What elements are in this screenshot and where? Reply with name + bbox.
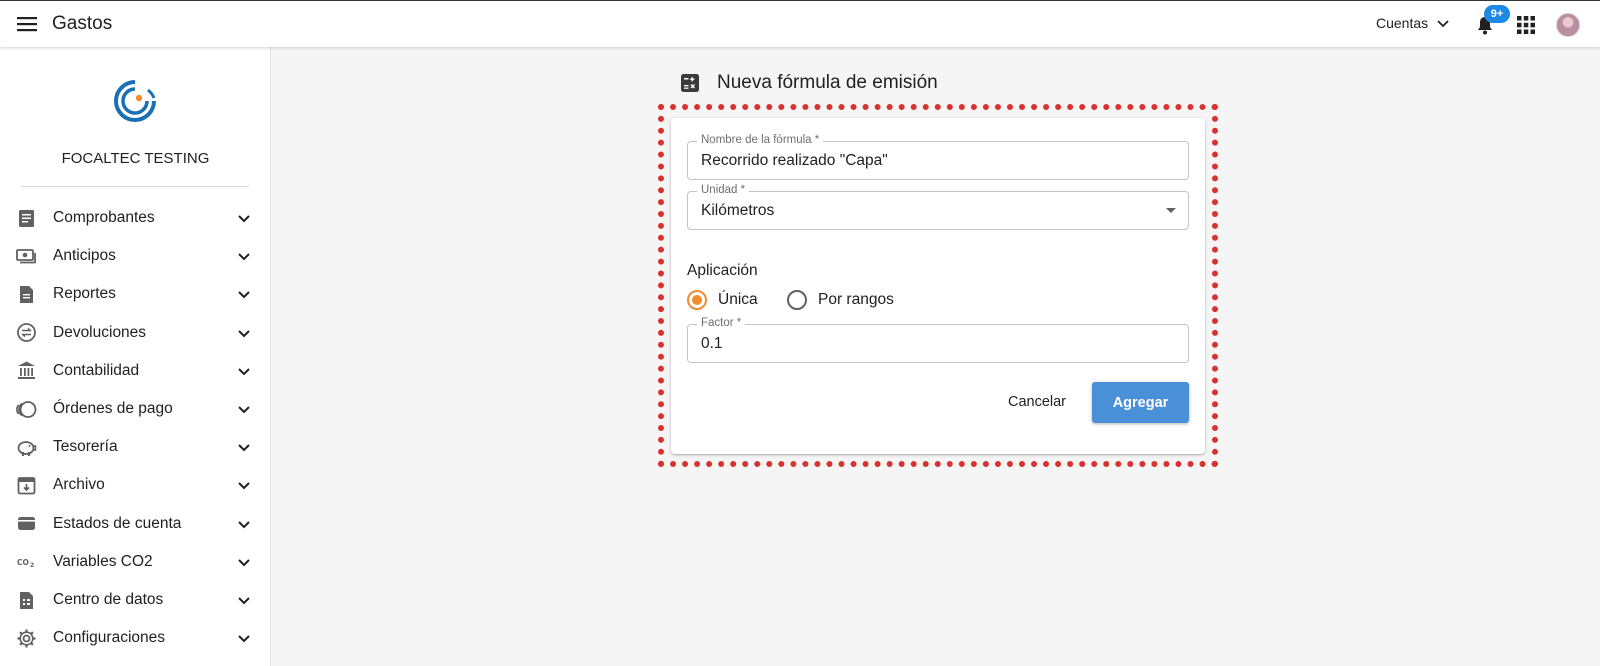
sidebar-item-estados-de-cuenta[interactable]: Estados de cuenta [0, 505, 271, 543]
sidebar-item-label: Centro de datos [53, 591, 164, 608]
sidebar-item-contabilidad[interactable]: Contabilidad [0, 352, 271, 390]
sidebar-divider [21, 186, 249, 187]
radio-unica-label: Única [718, 291, 758, 308]
sidebar-item-label: Anticipos [53, 247, 116, 265]
dropdown-arrow-icon [1166, 208, 1176, 213]
sidebar-item-label: Tesorería [53, 438, 118, 456]
chevron-down-icon[interactable] [236, 363, 252, 379]
chevron-down-icon[interactable] [236, 248, 252, 264]
factor-input[interactable] [701, 335, 1161, 353]
sidebar-item-reportes[interactable]: Reportes [0, 275, 271, 313]
cash-icon [16, 246, 37, 267]
app-bar: Gastos Cuentas 9+ [0, 0, 1600, 47]
chevron-down-icon[interactable] [236, 210, 252, 226]
sidebar-item-variables-co2[interactable]: CO 2 Variables CO2 [0, 543, 271, 581]
sidebar-item-label: Comprobantes [53, 209, 155, 226]
app-title: Gastos [52, 13, 113, 34]
formula-name-input[interactable] [701, 152, 1161, 170]
calculator-icon [681, 74, 699, 92]
factor-label: Factor * [697, 317, 746, 329]
chevron-down-icon[interactable] [236, 554, 252, 570]
chevron-down-icon[interactable] [236, 439, 252, 455]
sidebar-item-label: Órdenes de pago [53, 400, 173, 417]
sidebar-item-label: Variables CO2 [53, 552, 153, 570]
sidebar-item-comprobantes[interactable]: Comprobantes [0, 199, 271, 237]
gear-icon [16, 628, 37, 649]
coins-icon [16, 399, 37, 420]
application-label: Aplicación [687, 262, 758, 279]
sidebar-item-configuraciones[interactable]: Configuraciones [0, 619, 271, 657]
chevron-down-icon[interactable] [236, 325, 252, 341]
data-center-icon [16, 590, 37, 611]
sidebar-item-label: Devoluciones [53, 323, 147, 341]
sidebar-item-devoluciones[interactable]: Devoluciones [0, 314, 271, 352]
sidebar-item-label: Archivo [53, 476, 105, 494]
radio-por-rangos-label: Por rangos [818, 291, 894, 308]
sidebar-item-label: Contabilidad [53, 361, 140, 379]
chevron-down-icon[interactable] [236, 592, 252, 608]
avatar[interactable] [1556, 13, 1580, 37]
sidebar-item-label: Reportes [53, 285, 116, 303]
add-button[interactable]: Agregar [1092, 382, 1189, 423]
radio-por-rangos[interactable]: Por rangos [787, 290, 894, 310]
archive-icon [16, 475, 37, 496]
sidebar-item-tesoreria[interactable]: Tesorería [0, 428, 271, 466]
chevron-down-icon[interactable] [236, 286, 252, 302]
svg-text:CO: CO [17, 558, 29, 567]
company-logo [112, 78, 158, 124]
bank-icon [16, 360, 37, 381]
organization-name: FOCALTEC TESTING [61, 150, 210, 167]
receipt-icon [16, 208, 37, 229]
sidebar-item-ordenes-de-pago[interactable]: Órdenes de pago [0, 390, 271, 428]
formula-form-card: Nombre de la fórmula * Unidad * Kilómetr… [671, 118, 1205, 454]
co2-icon: CO 2 [16, 551, 37, 572]
svg-text:2: 2 [30, 562, 34, 569]
exchange-icon [16, 322, 37, 343]
unit-select[interactable]: Unidad * Kilómetros [687, 184, 1189, 230]
form-title: Nueva fórmula de emisión [717, 72, 938, 93]
sidebar: FOCALTEC TESTING Comprobantes Anticipos Re… [0, 47, 271, 666]
factor-field[interactable]: Factor * [687, 317, 1189, 363]
radio-checked-icon [687, 290, 707, 310]
report-icon [16, 284, 37, 305]
formula-name-label: Nombre de la fórmula * [697, 134, 824, 146]
sidebar-item-archivo[interactable]: Archivo [0, 466, 271, 504]
formula-name-field[interactable]: Nombre de la fórmula * [687, 134, 1189, 180]
chevron-down-icon[interactable] [236, 401, 252, 417]
wallet-icon [16, 513, 37, 534]
apps-grid-icon[interactable] [1516, 15, 1536, 35]
radio-unchecked-icon [787, 290, 807, 310]
form-header: Nueva fórmula de emisión [680, 72, 938, 94]
sidebar-item-centro-de-datos[interactable]: Centro de datos [0, 581, 271, 619]
piggy-bank-icon [16, 437, 37, 458]
chevron-down-icon [1437, 20, 1449, 28]
unit-label: Unidad * [697, 184, 750, 196]
sidebar-item-anticipos[interactable]: Anticipos [0, 237, 271, 275]
notification-badge: 9+ [1484, 5, 1510, 23]
radio-unica[interactable]: Única [687, 290, 758, 310]
chevron-down-icon[interactable] [236, 630, 252, 646]
cancel-button[interactable]: Cancelar [1001, 382, 1073, 422]
chevron-down-icon[interactable] [236, 516, 252, 532]
unit-value: Kilómetros [701, 202, 775, 219]
chevron-down-icon[interactable] [236, 477, 252, 493]
sidebar-item-label: Estados de cuenta [53, 514, 182, 532]
sidebar-item-label: Configuraciones [53, 629, 166, 647]
accounts-label: Cuentas [1376, 15, 1429, 31]
menu-icon[interactable] [16, 14, 38, 34]
accounts-menu[interactable]: Cuentas [1376, 15, 1450, 31]
